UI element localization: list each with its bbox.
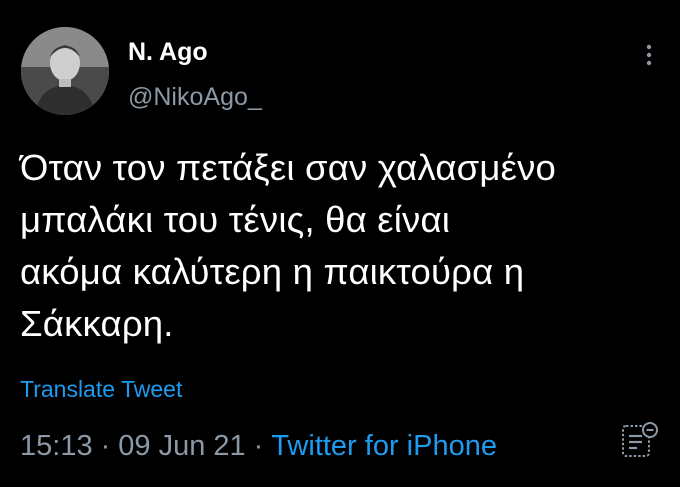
tweet-analytics-button[interactable] xyxy=(620,420,662,462)
translate-tweet-link[interactable]: Translate Tweet xyxy=(20,376,182,403)
avatar[interactable] xyxy=(21,27,109,115)
tweet-text: Όταν τον πετάξει σαν χαλασμένο μπαλάκι τ… xyxy=(20,142,660,350)
avatar-image xyxy=(21,27,109,115)
tweet-time[interactable]: 15:13 xyxy=(20,430,93,462)
tweet-source-link[interactable]: Twitter for iPhone xyxy=(271,430,497,462)
separator: · xyxy=(100,430,111,462)
tweet-text-line: μπαλάκι του τένις, θα είναι xyxy=(20,199,451,240)
separator: · xyxy=(253,430,264,462)
more-options-button[interactable] xyxy=(638,40,660,70)
vertical-ellipsis-icon xyxy=(646,44,652,66)
tweet-text-line: ακόμα καλύτερη η παικτούρα η xyxy=(20,251,525,292)
tweet-text-line: Όταν τον πετάξει σαν χαλασμένο xyxy=(20,147,557,188)
tweet-metadata: 15:13 · 09 Jun 21 · Twitter for iPhone xyxy=(20,430,497,463)
display-name[interactable]: N. Ago xyxy=(128,38,208,67)
user-handle[interactable]: @NikoAgo_ xyxy=(128,83,262,112)
tweet-text-line: Σάκκαρη. xyxy=(20,303,174,344)
tweet-date[interactable]: 09 Jun 21 xyxy=(118,430,245,462)
tweet-analytics-icon xyxy=(622,422,658,457)
